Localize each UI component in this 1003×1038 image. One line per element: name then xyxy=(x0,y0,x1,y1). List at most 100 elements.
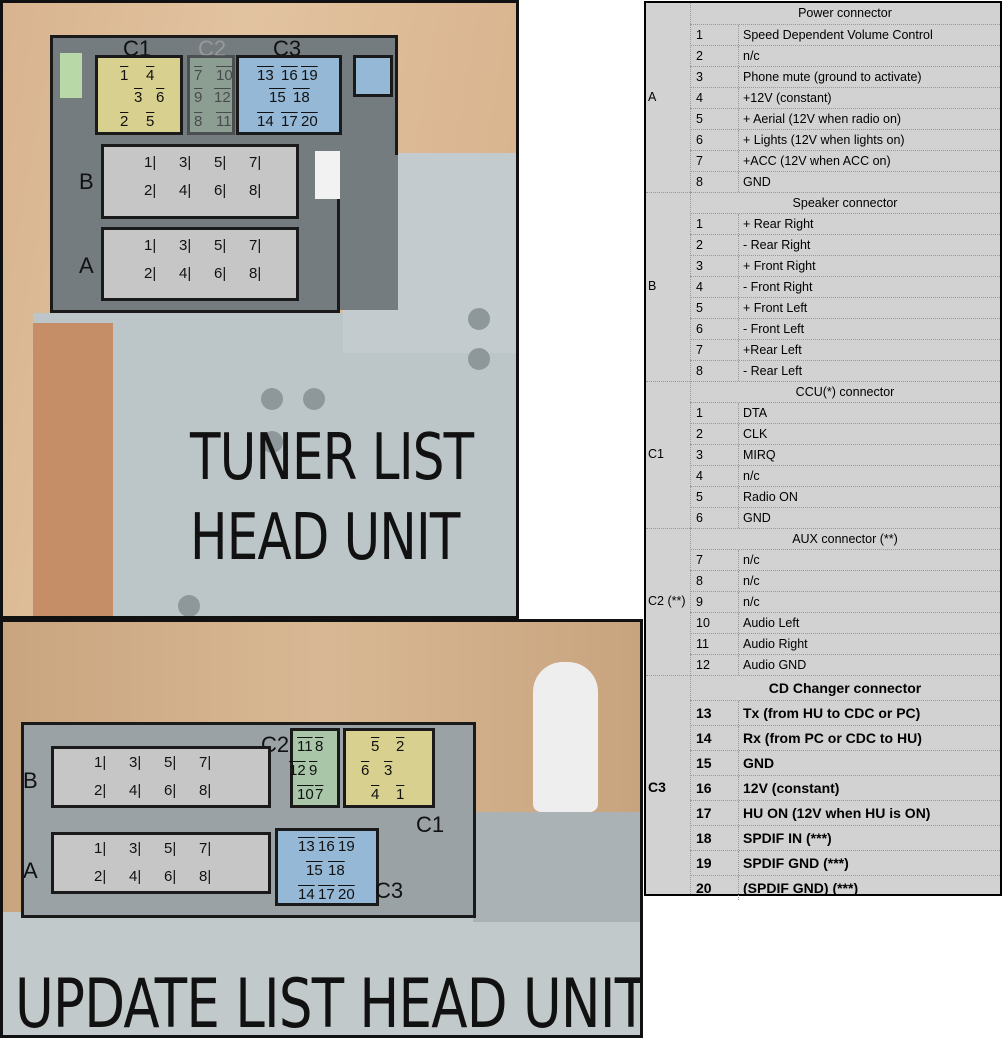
table-row: 19 SPDIF GND (***) xyxy=(690,850,1000,875)
table-row: 7 +Rear Left xyxy=(690,339,1000,360)
pin-number: 4 xyxy=(696,469,703,483)
pin-1: 1| xyxy=(144,154,157,171)
table-row: 5 + Aerial (12V when radio on) xyxy=(690,108,1000,129)
table-row: 1 + Rear Right xyxy=(690,213,1000,234)
pin-description: Speed Dependent Volume Control xyxy=(738,25,933,45)
pin-15: 15 xyxy=(306,862,323,879)
pin-number: 8 xyxy=(696,574,703,588)
label-a: A xyxy=(79,253,94,278)
pin-description: SPDIF IN (***) xyxy=(738,826,832,850)
pin-number: 10 xyxy=(696,616,710,630)
table-row: 6 + Lights (12V when lights on) xyxy=(690,129,1000,150)
pin-description: n/c xyxy=(738,550,760,570)
pin-19: 19 xyxy=(301,67,318,84)
pin-number: 5 xyxy=(696,490,703,504)
table-row: 6 GND xyxy=(690,507,1000,528)
connector-c2: 11 8 12 9 10 7 xyxy=(289,728,340,808)
pin-11: 11 xyxy=(216,113,232,130)
pin-5: 5| xyxy=(164,840,177,857)
pin-1: 1| xyxy=(144,237,157,254)
table-row: 8 GND xyxy=(690,171,1000,192)
pin-12: 12 xyxy=(289,762,306,779)
table-row: 5 + Front Left xyxy=(690,297,1000,318)
table-row: 3 Phone mute (ground to activate) xyxy=(690,66,1000,87)
pin-20: 20 xyxy=(338,886,355,903)
pin-description: + Front Left xyxy=(738,298,807,318)
pin-4: 4| xyxy=(179,182,192,199)
pin-number: 9 xyxy=(696,595,703,609)
pin-1: 1| xyxy=(94,754,107,771)
table-row: 12 Audio GND xyxy=(690,654,1000,675)
pin-description: + Lights (12V when lights on) xyxy=(738,130,905,150)
label-a: A xyxy=(23,858,38,883)
pin-description: +Rear Left xyxy=(738,340,802,360)
pin-number: 4 xyxy=(696,91,703,105)
pin-description: + Front Right xyxy=(738,256,816,276)
pin-description: +12V (constant) xyxy=(738,88,832,108)
pin-number: 13 xyxy=(696,705,712,721)
table-row: 6 - Front Left xyxy=(690,318,1000,339)
pin-7: 7 xyxy=(194,67,203,84)
pin-description: Rx (from PC or CDC to HU) xyxy=(738,726,922,750)
copper-plate xyxy=(33,323,113,616)
connector-c1: 52 6341 xyxy=(343,728,435,808)
pin-14: 14 xyxy=(257,113,274,130)
connector-b: 1| 3| 5| 7| 2| 4| 6| 8| xyxy=(51,746,271,808)
title-head-unit: HEAD UNIT xyxy=(190,501,460,575)
pin-description: MIRQ xyxy=(738,445,776,465)
pin-description: Tx (from HU to CDC or PC) xyxy=(738,701,920,725)
pin-3: 3| xyxy=(129,840,142,857)
table-row: 2 - Rear Right xyxy=(690,234,1000,255)
pin-description: DTA xyxy=(738,403,767,423)
pin-7: 7| xyxy=(249,237,262,254)
pin-number: 2 xyxy=(696,238,703,252)
table-row: 17 HU ON (12V when HU is ON) xyxy=(690,800,1000,825)
blue-socket xyxy=(353,55,393,97)
connector-a: 1| 3| 5| 7| 2| 4| 6| 8| xyxy=(51,832,271,894)
green-tab xyxy=(60,53,82,98)
pin-7: 7 xyxy=(315,786,324,803)
pin-description: n/c xyxy=(738,466,760,486)
pin-6: 6 xyxy=(156,89,165,106)
pin-3: 3| xyxy=(179,237,192,254)
pin-description: - Rear Right xyxy=(738,235,810,255)
pin-8: 8| xyxy=(199,782,212,799)
pin-number: 8 xyxy=(696,175,703,189)
pin-number: 3 xyxy=(696,448,703,462)
table-row: 8 n/c xyxy=(690,570,1000,591)
connector-c1: 1436 25 xyxy=(95,55,183,135)
white-tab xyxy=(315,151,340,199)
pin-number: 5 xyxy=(696,112,703,126)
table-row: 3 + Front Right xyxy=(690,255,1000,276)
pin-description: HU ON (12V when HU is ON) xyxy=(738,801,930,825)
pin-14: 14 xyxy=(298,886,315,903)
pin-4: 4 xyxy=(146,67,155,84)
table-row: 5 Radio ON xyxy=(690,486,1000,507)
pin-description: n/c xyxy=(738,571,760,591)
pin-12: 12 xyxy=(214,89,231,106)
pin-description: CLK xyxy=(738,424,767,444)
section-header: CCU(*) connector xyxy=(690,381,1000,402)
pin-3: 3| xyxy=(179,154,192,171)
pin-description: +ACC (12V when ACC on) xyxy=(738,151,891,171)
pin-4: 4| xyxy=(179,265,192,282)
pin-7: 7| xyxy=(199,840,212,857)
table-row: 14 Rx (from PC or CDC to HU) xyxy=(690,725,1000,750)
pin-number: 1 xyxy=(696,217,703,231)
connector-a: 1| 3| 5| 7| 2| 4| 6| 8| xyxy=(101,227,299,301)
pin-5: 5| xyxy=(214,154,227,171)
pin-number: 7 xyxy=(696,154,703,168)
table-row: 9 n/c xyxy=(690,591,1000,612)
pin-2: 2| xyxy=(94,868,107,885)
pin-number: 6 xyxy=(696,322,703,336)
pin-6: 6| xyxy=(164,782,177,799)
pin-16: 16 xyxy=(318,838,335,855)
section-group-label: B xyxy=(648,278,657,293)
pin-3: 3 xyxy=(134,89,143,106)
table-row: 18 SPDIF IN (***) xyxy=(690,825,1000,850)
pin-5: 5 xyxy=(146,113,155,130)
pin-3: 3| xyxy=(129,754,142,771)
pin-description: + Rear Right xyxy=(738,214,814,234)
label-c3: C3 xyxy=(375,878,404,903)
pin-5: 5 xyxy=(371,738,380,755)
